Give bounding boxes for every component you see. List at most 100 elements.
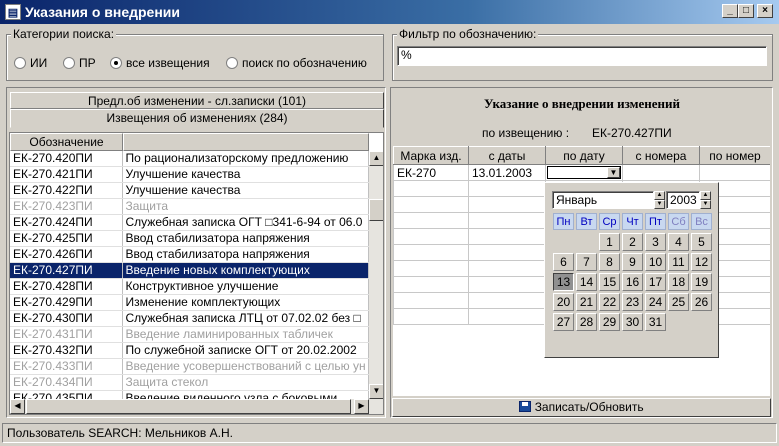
- year-up-icon[interactable]: ▲: [700, 191, 711, 200]
- calendar-day[interactable]: 27: [553, 313, 574, 331]
- column-header-brand[interactable]: Марка изд.: [393, 146, 469, 165]
- table-row[interactable]: ЕК-270.432ПИ По служебной записке ОГТ от …: [10, 342, 369, 360]
- calendar-day[interactable]: 18: [668, 273, 689, 291]
- cell-description[interactable]: Изменение комплектующих: [122, 294, 369, 312]
- cell-description[interactable]: Ввод стабилизатора напряжения: [122, 246, 369, 264]
- calendar-day[interactable]: 19: [691, 273, 712, 291]
- calendar-day[interactable]: 28: [576, 313, 597, 331]
- table-row[interactable]: ЕК-270.433ПИ Введение усовершенствований …: [10, 358, 369, 376]
- tab-proposals[interactable]: Предл.об изменении - сл.записки (101): [10, 92, 384, 109]
- cell-description[interactable]: Служебная записка ОГТ □341-6-94 от 06.0: [122, 214, 369, 232]
- calendar-day[interactable]: 20: [553, 293, 574, 311]
- cell-description[interactable]: По рационализаторскому предложению: [122, 151, 369, 168]
- cell-code[interactable]: ЕК-270.431ПИ: [10, 326, 123, 344]
- calendar-day[interactable]: 31: [645, 313, 666, 331]
- cell-from-number[interactable]: [622, 164, 700, 181]
- grid-data-row[interactable]: ЕК-270 13.01.2003 ▼: [393, 164, 770, 181]
- radio-pr[interactable]: ПР: [63, 56, 96, 70]
- table-row[interactable]: ЕК-270.434ПИ Защита стекол: [10, 374, 369, 392]
- cell-brand[interactable]: ЕК-270: [393, 164, 469, 181]
- calendar-day[interactable]: 14: [576, 273, 597, 291]
- cell-code[interactable]: ЕК-270.429ПИ: [10, 294, 123, 312]
- close-button[interactable]: ×: [757, 4, 773, 18]
- maximize-button[interactable]: □: [738, 4, 754, 18]
- radio-circle[interactable]: [14, 57, 26, 69]
- radio-circle[interactable]: [63, 57, 75, 69]
- calendar-day[interactable]: 1: [599, 233, 620, 251]
- table-row[interactable]: ЕК-270.428ПИ Конструктивное улучшение: [10, 278, 369, 296]
- cell-code[interactable]: ЕК-270.422ПИ: [10, 182, 123, 200]
- cell-code[interactable]: ЕК-270.428ПИ: [10, 278, 123, 296]
- cell-code[interactable]: ЕК-270.435ПИ: [10, 390, 123, 399]
- radio-search-by-code[interactable]: поиск по обозначению: [226, 56, 367, 70]
- tab-notices[interactable]: Извещения об изменениях (284): [10, 109, 384, 128]
- radio-circle-selected[interactable]: [110, 57, 122, 69]
- calendar-day[interactable]: 3: [645, 233, 666, 251]
- calendar-day[interactable]: 22: [599, 293, 620, 311]
- radio-circle[interactable]: [226, 57, 238, 69]
- calendar-day[interactable]: 17: [645, 273, 666, 291]
- vertical-scrollbar[interactable]: ▲ ▼: [369, 151, 383, 399]
- calendar-day[interactable]: 21: [576, 293, 597, 311]
- cell-description[interactable]: Введение усовершенствований с целью ун: [122, 358, 369, 376]
- radio-all-notices[interactable]: все извещения: [110, 56, 210, 70]
- cell-description[interactable]: Улучшение качества: [122, 182, 369, 200]
- cell-from-date[interactable]: 13.01.2003: [468, 164, 546, 181]
- cell-code[interactable]: ЕК-270.427ПИ: [10, 262, 123, 280]
- calendar-day[interactable]: 5: [691, 233, 712, 251]
- cell-description[interactable]: Защита: [122, 198, 369, 216]
- table-row[interactable]: ЕК-270.423ПИ Защита: [10, 198, 369, 216]
- scroll-down-icon[interactable]: ▼: [369, 384, 383, 399]
- column-header-to-date[interactable]: по дату: [545, 146, 623, 165]
- cell-to-date[interactable]: ▼: [545, 164, 623, 181]
- table-row[interactable]: ЕК-270.431ПИ Введение ламинированных табл…: [10, 326, 369, 344]
- cell-code[interactable]: ЕК-270.423ПИ: [10, 198, 123, 216]
- cell-code[interactable]: ЕК-270.430ПИ: [10, 310, 123, 328]
- table-row[interactable]: ЕК-270.427ПИ Введение новых комплектующих: [10, 262, 369, 280]
- calendar-day[interactable]: 23: [622, 293, 643, 311]
- cell-code[interactable]: ЕК-270.433ПИ: [10, 358, 123, 376]
- table-row[interactable]: ЕК-270.424ПИ Служебная записка ОГТ □341-6…: [10, 214, 369, 232]
- calendar-day[interactable]: 11: [668, 253, 689, 271]
- column-header-from-number[interactable]: с номера: [622, 146, 700, 165]
- month-field[interactable]: Январь: [552, 191, 654, 209]
- calendar-day[interactable]: 10: [645, 253, 666, 271]
- to-date-dropdown[interactable]: ▼: [547, 166, 621, 179]
- column-header-description[interactable]: [123, 133, 369, 151]
- cell-description[interactable]: Защита стекол: [122, 374, 369, 392]
- calendar-day[interactable]: 26: [691, 293, 712, 311]
- table-row[interactable]: ЕК-270.429ПИ Изменение комплектующих: [10, 294, 369, 312]
- cell-description[interactable]: Введение новых комплектующих: [122, 262, 369, 280]
- calendar-day[interactable]: 29: [599, 313, 620, 331]
- month-up-icon[interactable]: ▲: [654, 191, 665, 200]
- month-down-icon[interactable]: ▼: [654, 200, 665, 209]
- table-row[interactable]: ЕК-270.420ПИ По рационализаторскому предл…: [10, 151, 369, 168]
- calendar-day[interactable]: 9: [622, 253, 643, 271]
- calendar-day[interactable]: 16: [622, 273, 643, 291]
- calendar-day[interactable]: 7: [576, 253, 597, 271]
- cell-description[interactable]: Служебная записка ЛТЦ от 07.02.02 без □: [122, 310, 369, 328]
- cell-code[interactable]: ЕК-270.432ПИ: [10, 342, 123, 360]
- cell-to-number[interactable]: [699, 164, 770, 181]
- cell-description[interactable]: Ввод стабилизатора напряжения: [122, 230, 369, 248]
- cell-code[interactable]: ЕК-270.425ПИ: [10, 230, 123, 248]
- cell-description[interactable]: Конструктивное улучшение: [122, 278, 369, 296]
- save-update-button[interactable]: Записать/Обновить: [392, 398, 771, 417]
- calendar-day[interactable]: 6: [553, 253, 574, 271]
- hscroll-thumb[interactable]: [26, 399, 351, 414]
- table-row[interactable]: ЕК-270.430ПИ Служебная записка ЛТЦ от 07.…: [10, 310, 369, 328]
- cell-description[interactable]: Введение ламинированных табличек: [122, 326, 369, 344]
- calendar-day[interactable]: 25: [668, 293, 689, 311]
- calendar-day[interactable]: 8: [599, 253, 620, 271]
- year-field[interactable]: 2003: [666, 191, 700, 209]
- horizontal-scrollbar[interactable]: ◀ ▶: [10, 399, 383, 414]
- table-row[interactable]: ЕК-270.421ПИ Улучшение качества: [10, 166, 369, 184]
- cell-description[interactable]: Улучшение качества: [122, 166, 369, 184]
- table-row[interactable]: ЕК-270.422ПИ Улучшение качества: [10, 182, 369, 200]
- calendar-day[interactable]: 24: [645, 293, 666, 311]
- cell-code[interactable]: ЕК-270.421ПИ: [10, 166, 123, 184]
- cell-code[interactable]: ЕК-270.420ПИ: [10, 151, 123, 168]
- table-row[interactable]: ЕК-270.426ПИ Ввод стабилизатора напряжени…: [10, 246, 369, 264]
- table-row[interactable]: ЕК-270.425ПИ Ввод стабилизатора напряжени…: [10, 230, 369, 248]
- cell-code[interactable]: ЕК-270.424ПИ: [10, 214, 123, 232]
